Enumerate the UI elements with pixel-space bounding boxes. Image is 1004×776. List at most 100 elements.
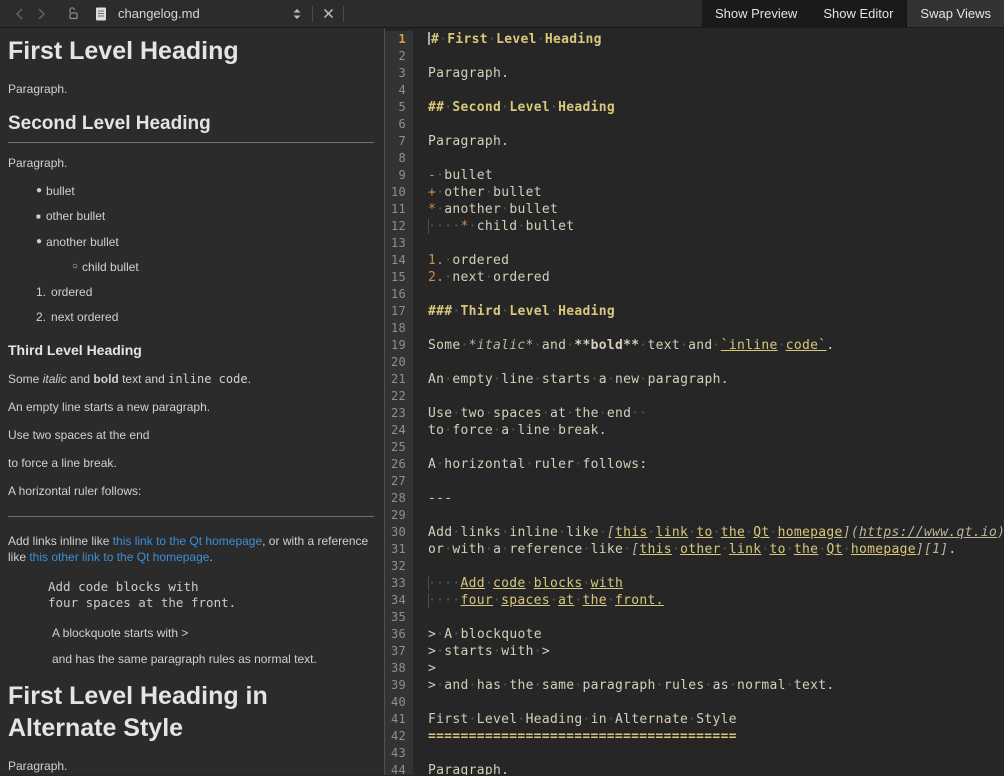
document-icon (90, 3, 112, 25)
code-token: bullet (526, 219, 575, 234)
editor-code-line[interactable]: *·another·bullet (413, 201, 558, 218)
whitespace-dots: · (713, 525, 721, 540)
editor-code-line[interactable]: -·bullet (413, 167, 493, 184)
editor-code-line[interactable]: Paragraph. (413, 133, 509, 150)
editor-code-line[interactable]: or·with·a·reference·like·[this·other·lin… (413, 541, 957, 558)
editor-code-line[interactable] (413, 388, 428, 405)
editor-code-line[interactable]: ###·Third·Level·Heading (413, 303, 615, 320)
editor-code-line[interactable]: Use·two·spaces·at·the·end·· (413, 405, 648, 422)
markdown-editor-pane[interactable]: 1#·First·Level·Heading23Paragraph.45##·S… (385, 28, 1004, 775)
close-icon[interactable] (317, 3, 339, 25)
code-token: First (428, 712, 469, 727)
whitespace-dots: · (672, 542, 680, 557)
code-token: spaces (501, 593, 550, 608)
editor-code-line[interactable] (413, 48, 428, 65)
preview-code-block: Add code blocks with four spaces at the … (48, 579, 374, 611)
editor-line: 26A·horizontal·ruler·follows: (385, 456, 1004, 473)
editor-code-line[interactable]: --- (413, 490, 452, 507)
line-number: 3 (385, 65, 413, 82)
editor-code-line[interactable]: Add·links·inline·like·[this·link·to·the·… (413, 524, 1004, 541)
editor-code-line[interactable] (413, 286, 428, 303)
editor-code-line[interactable]: An·empty·line·starts·a·new·paragraph. (413, 371, 729, 388)
editor-code-line[interactable]: A·horizontal·ruler·follows: (413, 456, 648, 473)
editor-code-line[interactable] (413, 558, 428, 575)
editor-code-line[interactable]: ====================================== (413, 728, 737, 745)
code-token: ruler (534, 457, 575, 472)
whitespace-dots: ···· (428, 219, 461, 234)
editor-code-line[interactable]: First·Level·Heading·in·Alternate·Style (413, 711, 737, 728)
editor-code-line[interactable] (413, 439, 428, 456)
editor-code-line[interactable]: ····four·spaces·at·the·front. (413, 592, 664, 609)
editor-code-line[interactable]: >·starts·with·> (413, 643, 550, 660)
preview-link[interactable]: this other link to the Qt homepage (29, 550, 209, 564)
line-number: 40 (385, 694, 413, 711)
line-number: 43 (385, 745, 413, 762)
editor-code-line[interactable]: >·and·has·the·same·paragraph·rules·as·no… (413, 677, 835, 694)
whitespace-dots: · (713, 338, 721, 353)
editor-code-line[interactable] (413, 320, 428, 337)
code-token: - (428, 168, 436, 183)
code-token: 2. (428, 270, 444, 285)
editor-code-line[interactable] (413, 354, 428, 371)
editor-code-line[interactable]: ····Add·code·blocks·with (413, 575, 623, 592)
editor-code-line[interactable]: 2.·next·ordered (413, 269, 550, 286)
code-token: * (461, 219, 469, 234)
line-number: 33 (385, 575, 413, 592)
editor-code-line[interactable]: ····*·child·bullet (413, 218, 574, 235)
editor-code-line[interactable]: >·A·blockquote (413, 626, 542, 643)
editor-code-line[interactable]: > (413, 660, 436, 677)
list-marker: ● (36, 235, 42, 249)
editor-code-line[interactable] (413, 694, 428, 711)
editor-code-line[interactable] (413, 473, 428, 490)
editor-code-line[interactable] (413, 507, 428, 524)
line-number: 7 (385, 133, 413, 150)
whitespace-dots: · (493, 644, 501, 659)
editor-line: 24to·force·a·line·break. (385, 422, 1004, 439)
swap-views-button[interactable]: Swap Views (906, 0, 1004, 27)
editor-line: 19Some·*italic*·and·**bold**·text·and·`i… (385, 337, 1004, 354)
whitespace-dots: · (786, 678, 794, 693)
document-dropdown-icon[interactable] (286, 3, 308, 25)
whitespace-dots: · (770, 525, 778, 540)
editor-code-line[interactable] (413, 745, 428, 762)
preview-list-item: ■other bullet (8, 209, 374, 224)
forward-icon[interactable] (30, 3, 52, 25)
unlock-icon[interactable] (62, 3, 84, 25)
tab-title[interactable]: changelog.md (118, 6, 286, 21)
preview-text: and (67, 372, 94, 386)
editor-code-line[interactable] (413, 609, 428, 626)
editor-code-line[interactable]: ##·Second·Level·Heading (413, 99, 615, 116)
code-token: Level (477, 712, 518, 727)
preview-paragraph: Some italic and bold text and inline cod… (8, 371, 374, 387)
code-token: and (444, 678, 468, 693)
show-editor-button[interactable]: Show Editor (810, 0, 906, 27)
editor-code-line[interactable] (413, 235, 428, 252)
code-token: same (542, 678, 575, 693)
editor-code-line[interactable] (413, 82, 428, 99)
preview-link[interactable]: this link to the Qt homepage (113, 534, 262, 548)
editor-code-line[interactable]: Paragraph. (413, 65, 509, 82)
code-token: ) (997, 525, 1004, 540)
editor-code-line[interactable]: 1.·ordered (413, 252, 509, 269)
editor-code-line[interactable] (413, 150, 428, 167)
editor-code-line[interactable]: Some·*italic*·and·**bold**·text·and·`inl… (413, 337, 835, 354)
code-token: empty (452, 372, 493, 387)
editor-code-line[interactable]: +·other·bullet (413, 184, 542, 201)
line-number: 37 (385, 643, 413, 660)
back-icon[interactable] (8, 3, 30, 25)
whitespace-dots: · (469, 678, 477, 693)
code-token: in (591, 712, 607, 727)
preview-paragraph: An empty line starts a new paragraph. (8, 399, 374, 415)
show-preview-button[interactable]: Show Preview (702, 0, 810, 27)
code-token: link (729, 542, 762, 557)
editor-code-line[interactable] (413, 116, 428, 133)
whitespace-dots: · (607, 712, 615, 727)
whitespace-dots: · (648, 525, 656, 540)
editor-code-line[interactable]: #·First·Level·Heading (413, 31, 602, 48)
code-token: with (452, 542, 485, 557)
whitespace-dots: · (461, 338, 469, 353)
code-token: ordered (493, 270, 550, 285)
editor-code-line[interactable]: to·force·a·line·break. (413, 422, 607, 439)
editor-line: 38> (385, 660, 1004, 677)
editor-code-line[interactable]: Paragraph. (413, 762, 509, 775)
